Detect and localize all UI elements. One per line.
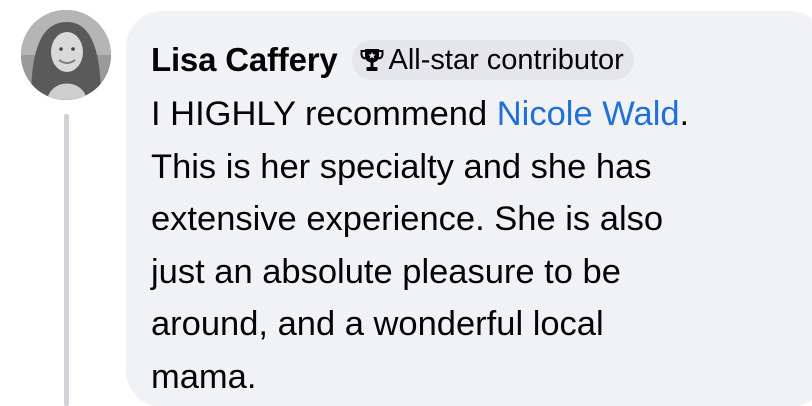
comment-line: This is her specialty and she has — [151, 147, 652, 186]
comment-header: Lisa Caffery All-star contributor — [151, 38, 634, 82]
reply-thread-line — [64, 114, 69, 406]
contributor-badge[interactable]: All-star contributor — [351, 40, 634, 80]
comment-line: around, and a wonderful local — [151, 305, 604, 343]
badge-label: All-star contributor — [388, 43, 624, 76]
comment-line: just an absolute pleasure to be — [151, 252, 621, 291]
comment-line: I HIGHLY recommend Nicole Wald. — [151, 88, 812, 141]
mention-link[interactable]: Nicole Wald — [497, 95, 680, 133]
comment-line: mama. — [151, 357, 257, 396]
comment-text-segment: I HIGHLY recommend — [151, 95, 497, 133]
comment-text-segment: . — [679, 95, 690, 133]
comment-line: extensive experience. She is also — [151, 200, 664, 238]
avatar[interactable] — [21, 10, 111, 100]
author-name[interactable]: Lisa Caffery — [151, 41, 338, 79]
comment-text: I HIGHLY recommend Nicole Wald. This is … — [151, 88, 812, 403]
trophy-icon — [360, 49, 384, 71]
